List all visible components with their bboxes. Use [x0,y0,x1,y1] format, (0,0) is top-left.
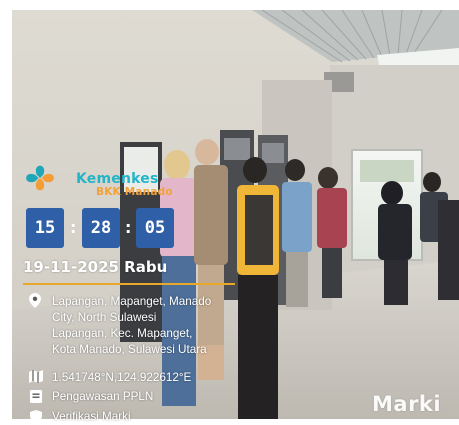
kemenkes-logo-mark-icon [26,165,54,191]
location-line-3: Lapangan, Kec. Mapanget, [52,327,193,340]
map-pin-icon [29,293,41,308]
verification-text: Verifikasi Marki [52,410,131,423]
time-seconds: 05 [136,208,174,248]
time-hours: 15 [26,208,64,248]
location-line-1: Lapangan, Mapanget, Manado [52,295,212,308]
note-text: Pengawasan PPLN [52,390,154,403]
shield-check-icon [30,410,42,423]
brand-subtitle: BKK Manado [96,186,173,198]
time-separator: : [125,218,132,237]
brand-name: Kemenkes [76,171,159,187]
map-icon [29,370,43,383]
marki-watermark: Marki [372,392,442,416]
coordinates-text: 1.541748°N,124.922612°E [52,371,192,384]
location-line-4: Kota Manado, Sulawesi Utara [52,343,207,356]
time-minutes: 28 [82,208,120,248]
note-icon [30,390,42,403]
time-separator: : [70,218,77,237]
date-label: 19-11-2025 Rabu [23,258,168,276]
divider-line [23,283,235,285]
photo-stamp-overlay: Kemenkes BKK Manado 15 : 28 : 05 19-11-2… [0,0,459,423]
location-line-2: City, North Sulawesi [52,311,157,324]
